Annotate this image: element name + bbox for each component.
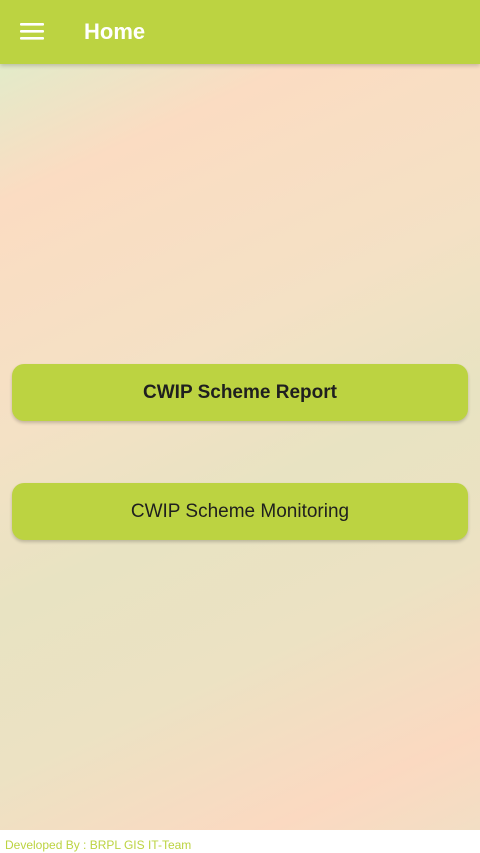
cwip-scheme-report-button[interactable]: CWIP Scheme Report [12, 364, 468, 421]
footer: Developed By : BRPL GIS IT-Team [0, 830, 480, 853]
hamburger-menu-icon[interactable] [20, 21, 44, 41]
developer-credit: Developed By : BRPL GIS IT-Team [5, 838, 192, 852]
main-content: CWIP Scheme Report CWIP Scheme Monitorin… [0, 64, 480, 830]
page-title: Home [84, 19, 146, 44]
cwip-scheme-monitoring-button[interactable]: CWIP Scheme Monitoring [12, 483, 468, 540]
app-bar: Home [0, 0, 480, 64]
